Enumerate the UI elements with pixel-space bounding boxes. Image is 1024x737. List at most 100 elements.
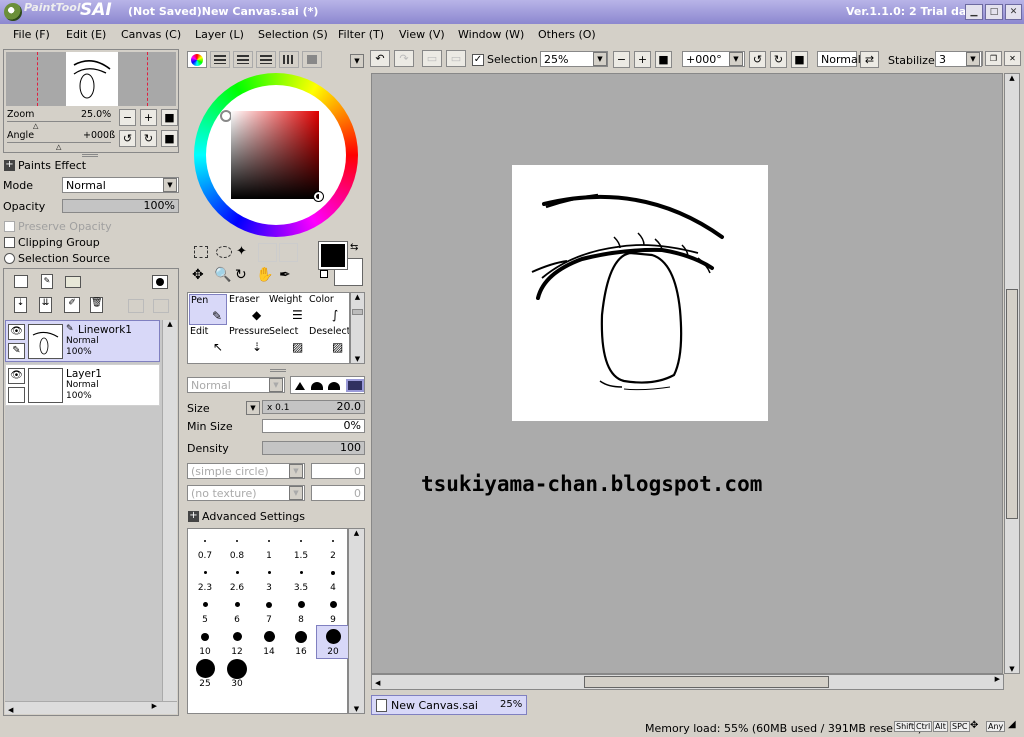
swatches-tab[interactable] bbox=[279, 51, 299, 68]
layer-mask-icon[interactable] bbox=[152, 275, 168, 289]
zoom-reset-icon[interactable]: ■ bbox=[655, 51, 672, 68]
view-blend-select[interactable]: Normal bbox=[817, 51, 861, 67]
menu-window[interactable]: Window (W) bbox=[458, 28, 524, 41]
rotate-right-icon[interactable]: ↻ bbox=[770, 51, 787, 68]
menu-others[interactable]: Others (O) bbox=[538, 28, 596, 41]
angle-slider-thumb[interactable]: △ bbox=[56, 143, 61, 151]
saturation-value-square[interactable] bbox=[231, 111, 319, 199]
deselect-icon[interactable]: ▭ bbox=[422, 50, 442, 67]
redo-icon[interactable]: ↷ bbox=[394, 50, 414, 67]
brush-preset[interactable]: 1 bbox=[253, 530, 285, 562]
brush-preset[interactable]: 8 bbox=[285, 594, 317, 626]
chevron-down-icon[interactable]: ▼ bbox=[289, 486, 303, 500]
plus-icon[interactable]: + bbox=[188, 511, 199, 522]
undo-icon[interactable]: ↶ bbox=[370, 50, 390, 67]
minimize-button[interactable]: ▁ bbox=[965, 4, 983, 20]
layer-scrollbar[interactable]: ▲ bbox=[162, 320, 177, 701]
layer-item-linework1[interactable]: 👁 ✎ ✎ Linework1 Normal 100% bbox=[5, 320, 160, 362]
zoom-out-icon[interactable]: − bbox=[613, 51, 630, 68]
move-icon[interactable]: ✥ bbox=[192, 267, 204, 283]
apply-mask-icon[interactable] bbox=[128, 299, 144, 313]
brush-preset[interactable]: 2.6 bbox=[221, 562, 253, 594]
zoom-slider[interactable] bbox=[7, 121, 111, 122]
tool-deselect[interactable]: Deselect ▨ bbox=[308, 326, 349, 357]
rotate-right-icon[interactable]: ↻ bbox=[140, 130, 157, 147]
menu-layer[interactable]: Layer (L) bbox=[195, 28, 244, 41]
brush-preset[interactable]: 14 bbox=[253, 626, 285, 658]
rect-select-icon[interactable] bbox=[194, 246, 208, 258]
medium-edge-icon[interactable] bbox=[311, 382, 323, 390]
lock-box-icon[interactable] bbox=[8, 387, 25, 403]
color-wheel-tab[interactable] bbox=[187, 51, 207, 68]
chevron-down-icon[interactable]: ▼ bbox=[966, 52, 980, 66]
soft-edge-icon[interactable] bbox=[295, 382, 305, 390]
chevron-down-icon[interactable]: ▼ bbox=[269, 378, 283, 392]
paints-effect-label[interactable]: Paints Effect bbox=[18, 159, 86, 172]
menu-canvas[interactable]: Canvas (C) bbox=[121, 28, 181, 41]
brush-preset[interactable]: 0.8 bbox=[221, 530, 253, 562]
pen-icon[interactable]: ✎ bbox=[8, 343, 25, 359]
chevron-down-icon[interactable]: ▼ bbox=[729, 52, 743, 66]
clipping-group-checkbox[interactable] bbox=[4, 237, 15, 248]
transfer-down-icon[interactable]: ⇣ bbox=[14, 297, 27, 313]
brush-preset[interactable]: 7 bbox=[253, 594, 285, 626]
brush-preset[interactable]: 9 bbox=[317, 594, 349, 626]
zoom-slider-thumb[interactable]: △ bbox=[33, 122, 38, 130]
brush-preset[interactable]: 16 bbox=[285, 626, 317, 658]
layer-hscrollbar[interactable]: ◀ ▶ bbox=[5, 701, 177, 714]
canvas-document[interactable] bbox=[512, 165, 768, 421]
zoom-tool-icon[interactable]: 🔍 bbox=[214, 267, 231, 283]
menu-file[interactable]: File (F) bbox=[13, 28, 50, 41]
scratchpad-tab[interactable] bbox=[302, 51, 322, 68]
delete-layer-icon[interactable]: 🗑 bbox=[90, 297, 103, 313]
brush-preset[interactable]: 1.5 bbox=[285, 530, 317, 562]
navigator-preview[interactable] bbox=[6, 52, 176, 106]
brush-preset[interactable]: 25 bbox=[189, 658, 221, 690]
menu-selection[interactable]: Selection (S) bbox=[258, 28, 328, 41]
brush-preset[interactable]: 2.3 bbox=[189, 562, 221, 594]
document-tab[interactable]: New Canvas.sai 25% bbox=[371, 695, 527, 715]
eye-icon[interactable]: 👁 bbox=[8, 324, 25, 340]
panel-splitter[interactable] bbox=[82, 154, 98, 157]
brush-preset[interactable]: 6 bbox=[221, 594, 253, 626]
tool-pressure[interactable]: Pressure ⇣ bbox=[228, 326, 270, 357]
eye-icon[interactable]: 👁 bbox=[8, 368, 25, 384]
new-folder-icon[interactable] bbox=[65, 276, 81, 288]
brush-preset[interactable]: 3 bbox=[253, 562, 285, 594]
canvas-hscrollbar[interactable]: ◀ ▶ bbox=[371, 674, 1004, 690]
opacity-slider[interactable]: 100% bbox=[62, 199, 179, 213]
new-linework-layer-icon[interactable]: ✎ bbox=[41, 274, 53, 289]
hand-icon[interactable]: ✋ bbox=[256, 267, 273, 283]
tool-scrollbar[interactable]: ▲ ▼ bbox=[350, 292, 365, 364]
close-button[interactable]: ✕ bbox=[1005, 4, 1022, 20]
flip-view-icon[interactable]: ⇄ bbox=[860, 51, 879, 68]
brush-preset[interactable]: 2 bbox=[317, 530, 349, 562]
tool-select[interactable]: Select ▨ bbox=[268, 326, 306, 357]
size-slider[interactable]: x 0.1 20.0 bbox=[262, 400, 365, 414]
layer-item-layer1[interactable]: 👁 Layer1 Normal 100% bbox=[5, 364, 160, 406]
menu-edit[interactable]: Edit (E) bbox=[66, 28, 106, 41]
maximize-button[interactable]: □ bbox=[985, 4, 1003, 20]
canvas-vscrollbar[interactable]: ▲ ▼ bbox=[1004, 73, 1020, 674]
menu-filter[interactable]: Filter (T) bbox=[338, 28, 384, 41]
zoom-reset-icon[interactable]: ■ bbox=[161, 109, 178, 126]
invert-selection-icon[interactable]: ▭ bbox=[446, 50, 466, 67]
rotate-reset-icon[interactable]: ■ bbox=[161, 130, 178, 147]
rotate-left-icon[interactable]: ↺ bbox=[749, 51, 766, 68]
tool-weight[interactable]: Weight ☰ bbox=[268, 294, 306, 325]
preset-scrollbar[interactable]: ▲ ▼ bbox=[348, 528, 365, 714]
hscroll-thumb[interactable] bbox=[584, 676, 829, 688]
rotate-tool-icon[interactable]: ↻ bbox=[235, 267, 247, 283]
canvas-viewport[interactable]: tsukiyama-chan.blogspot.com bbox=[371, 73, 1003, 674]
chevron-down-icon[interactable]: ▼ bbox=[593, 52, 607, 66]
transparent-color-icon[interactable] bbox=[320, 270, 328, 278]
resize-grip-icon[interactable]: ◢ bbox=[1008, 719, 1016, 730]
rotate-reset-icon[interactable]: ■ bbox=[791, 51, 808, 68]
brush-shape-selector[interactable] bbox=[290, 376, 365, 394]
chevron-down-icon[interactable]: ▼ bbox=[289, 464, 303, 478]
tool-color[interactable]: Color ∫ bbox=[308, 294, 346, 325]
tool-pen[interactable]: Pen ✎ bbox=[189, 294, 227, 325]
selection-source-checkbox[interactable] bbox=[4, 253, 15, 264]
brush-preset[interactable]: 5 bbox=[189, 594, 221, 626]
color-wheel[interactable] bbox=[194, 73, 358, 237]
